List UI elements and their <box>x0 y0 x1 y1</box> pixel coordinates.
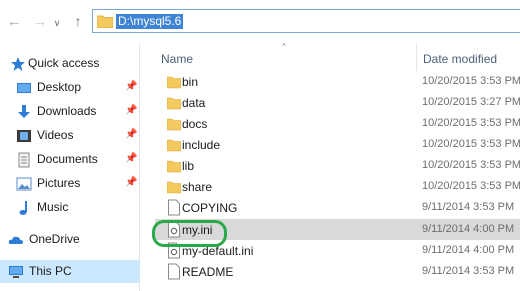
column-header-label: Date modified <box>423 52 498 66</box>
file-name: docs <box>182 117 208 131</box>
file-date: 10/20/2015 3:53 PM <box>422 117 520 129</box>
highlight-annotation <box>152 220 227 247</box>
nav-label: Downloads <box>37 104 97 118</box>
file-name: data <box>182 96 206 110</box>
file-row-docs[interactable]: docs 10/20/2015 3:53 PM <box>155 113 520 134</box>
nav-item-this-pc[interactable]: This PC <box>0 260 140 283</box>
file-date: 10/20/2015 3:53 PM <box>422 159 520 171</box>
music-icon <box>19 201 27 215</box>
navigation-pane: Quick access Desktop 📌 Downloads 📌 Video… <box>0 44 140 291</box>
nav-label: OneDrive <box>29 232 80 246</box>
address-path-text[interactable]: D:\mysql5.6 <box>116 14 184 29</box>
folder-icon <box>97 15 113 28</box>
pin-icon: 📌 <box>125 81 138 92</box>
nav-label: Quick access <box>28 56 100 70</box>
folder-icon <box>167 76 181 89</box>
file-date: 9/11/2014 4:00 PM <box>422 244 515 256</box>
nav-item-music[interactable]: Music <box>0 196 140 219</box>
computer-icon <box>9 266 23 278</box>
file-date: 10/20/2015 3:27 PM <box>422 96 520 108</box>
file-date: 10/20/2015 3:53 PM <box>422 180 520 192</box>
file-date: 10/20/2015 3:53 PM <box>422 75 520 87</box>
file-name: share <box>182 180 213 194</box>
nav-item-pictures[interactable]: Pictures 📌 <box>0 172 140 195</box>
nav-item-documents[interactable]: Documents 📌 <box>0 148 140 171</box>
sort-ascending-icon: ^ <box>282 42 286 51</box>
cloud-icon <box>8 236 23 244</box>
address-bar: ← → ∨ ↑ D:\mysql5.6 <box>0 0 520 44</box>
file-date: 9/11/2014 3:53 PM <box>422 265 515 277</box>
star-icon <box>11 57 25 71</box>
nav-label: Desktop <box>37 80 82 94</box>
column-header-date-modified[interactable]: Date modified <box>416 44 520 71</box>
address-field[interactable]: D:\mysql5.6 <box>92 9 520 33</box>
pin-icon: 📌 <box>125 177 138 188</box>
recent-locations-chevron-icon[interactable]: ∨ <box>52 15 62 28</box>
blank-file-icon <box>168 263 180 280</box>
nav-item-downloads[interactable]: Downloads 📌 <box>0 100 140 123</box>
file-name: include <box>182 138 221 152</box>
folder-icon <box>167 97 181 110</box>
nav-item-desktop[interactable]: Desktop 📌 <box>0 76 140 99</box>
nav-label: Videos <box>37 128 74 142</box>
nav-label: Pictures <box>37 176 81 190</box>
column-header-name[interactable]: ^ Name <box>155 42 415 71</box>
folder-icon <box>167 181 181 194</box>
file-row-lib[interactable]: lib 10/20/2015 3:53 PM <box>155 155 520 176</box>
pin-icon: 📌 <box>125 129 138 140</box>
file-row-data[interactable]: data 10/20/2015 3:27 PM <box>155 92 520 113</box>
video-icon <box>17 130 31 142</box>
file-date: 10/20/2015 3:53 PM <box>422 138 520 150</box>
file-name: bin <box>182 75 199 89</box>
file-row-bin[interactable]: bin 10/20/2015 3:53 PM <box>155 71 520 92</box>
file-name: README <box>182 265 234 279</box>
nav-label: Documents <box>37 152 98 166</box>
column-header-label: Name <box>161 52 194 66</box>
download-icon <box>18 105 30 118</box>
file-row-copying[interactable]: COPYING 9/11/2014 3:53 PM <box>155 197 520 218</box>
folder-icon <box>167 160 181 173</box>
file-name: lib <box>182 159 195 173</box>
folder-icon <box>167 139 181 152</box>
nav-item-onedrive[interactable]: OneDrive <box>0 228 140 251</box>
nav-item-quick-access[interactable]: Quick access <box>0 52 140 75</box>
pin-icon: 📌 <box>125 105 138 116</box>
file-date: 9/11/2014 4:00 PM <box>422 223 515 235</box>
nav-label: Music <box>37 200 69 214</box>
blank-file-icon <box>168 199 180 216</box>
nav-item-videos[interactable]: Videos 📌 <box>0 124 140 147</box>
up-arrow-icon[interactable]: ↑ <box>70 13 86 29</box>
file-name: COPYING <box>182 201 238 215</box>
file-date: 9/11/2014 3:53 PM <box>422 201 515 213</box>
back-arrow-icon[interactable]: ← <box>6 13 22 29</box>
desktop-icon <box>17 83 31 93</box>
file-row-share[interactable]: share 10/20/2015 3:53 PM <box>155 176 520 197</box>
pin-icon: 📌 <box>125 153 138 164</box>
nav-label: This PC <box>29 264 72 278</box>
forward-arrow-icon[interactable]: → <box>32 13 48 29</box>
file-list: bin 10/20/2015 3:53 PM data 10/20/2015 3… <box>155 71 520 291</box>
documents-icon <box>18 152 30 168</box>
pictures-icon <box>16 177 32 191</box>
folder-icon <box>167 118 181 131</box>
file-row-readme[interactable]: README 9/11/2014 3:53 PM <box>155 261 520 282</box>
file-row-include[interactable]: include 10/20/2015 3:53 PM <box>155 134 520 155</box>
